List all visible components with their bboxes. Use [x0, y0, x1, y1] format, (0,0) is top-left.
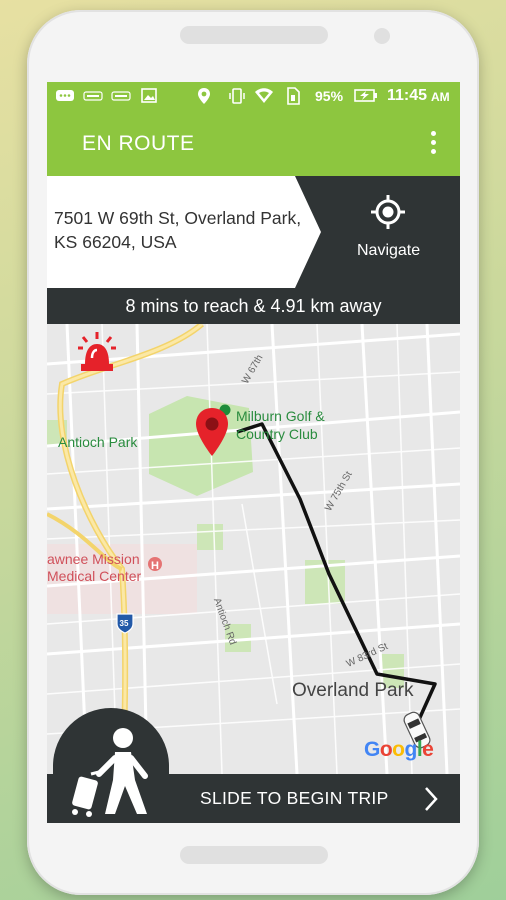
speaker-grille	[180, 26, 328, 44]
volte-icon	[111, 91, 131, 101]
emergency-siren-icon[interactable]	[77, 330, 117, 372]
destination-pin-icon[interactable]	[194, 406, 230, 458]
chat-icon	[56, 90, 74, 101]
navigate-label: Navigate	[357, 242, 421, 259]
eta-banner: 8 mins to reach & 4.91 km away	[47, 288, 460, 324]
wifi-icon	[255, 88, 273, 103]
map-label-shawnee-2: Medical Center	[47, 568, 142, 584]
gps-target-icon	[371, 195, 405, 229]
google-logo: Google	[364, 738, 434, 761]
battery-percent: 95%	[315, 88, 344, 104]
interstate-shield-label: 35	[120, 619, 129, 628]
location-icon	[198, 88, 210, 104]
slide-handle[interactable]	[53, 708, 169, 823]
svg-text:H: H	[151, 560, 159, 572]
map-label-overland-park: Overland Park	[292, 680, 414, 701]
slide-label: SLIDE TO BEGIN TRIP	[200, 788, 389, 808]
clock-ampm: AM	[431, 90, 450, 104]
destination-panel: 7501 W 69th St, Overland Park, KS 66204,…	[47, 176, 460, 288]
traveler-luggage-icon	[72, 728, 148, 817]
sim-icon	[287, 87, 300, 105]
home-button[interactable]	[180, 846, 328, 864]
chevron-right-icon	[425, 787, 438, 811]
destination-address: 7501 W 69th St, Overland Park, KS 66204,…	[54, 208, 302, 252]
navigate-button[interactable]: Navigate	[295, 176, 460, 288]
battery-charging-icon	[354, 89, 377, 102]
app-screen: 95% 11:45 AM EN ROUTE 7501 W 69th St, Ov…	[47, 82, 460, 823]
vibrate-icon	[229, 88, 245, 104]
clock-time: 11:45	[387, 87, 428, 104]
image-icon	[141, 88, 157, 103]
map-label-milburn-2: Country Club	[236, 426, 318, 442]
app-bar: EN ROUTE	[47, 110, 460, 176]
map-label-milburn-1: Milburn Golf &	[236, 408, 325, 424]
map-label-antioch-park: Antioch Park	[58, 434, 138, 450]
page-title: EN ROUTE	[82, 132, 195, 155]
front-camera	[374, 28, 390, 44]
volte-icon	[83, 91, 103, 101]
map-view[interactable]: 35 H Antioch Park Milburn Golf & Country…	[47, 324, 460, 774]
map-label-shawnee-1: awnee Mission	[47, 551, 140, 567]
more-vert-icon[interactable]	[425, 128, 441, 160]
status-bar: 95% 11:45 AM	[47, 82, 460, 110]
